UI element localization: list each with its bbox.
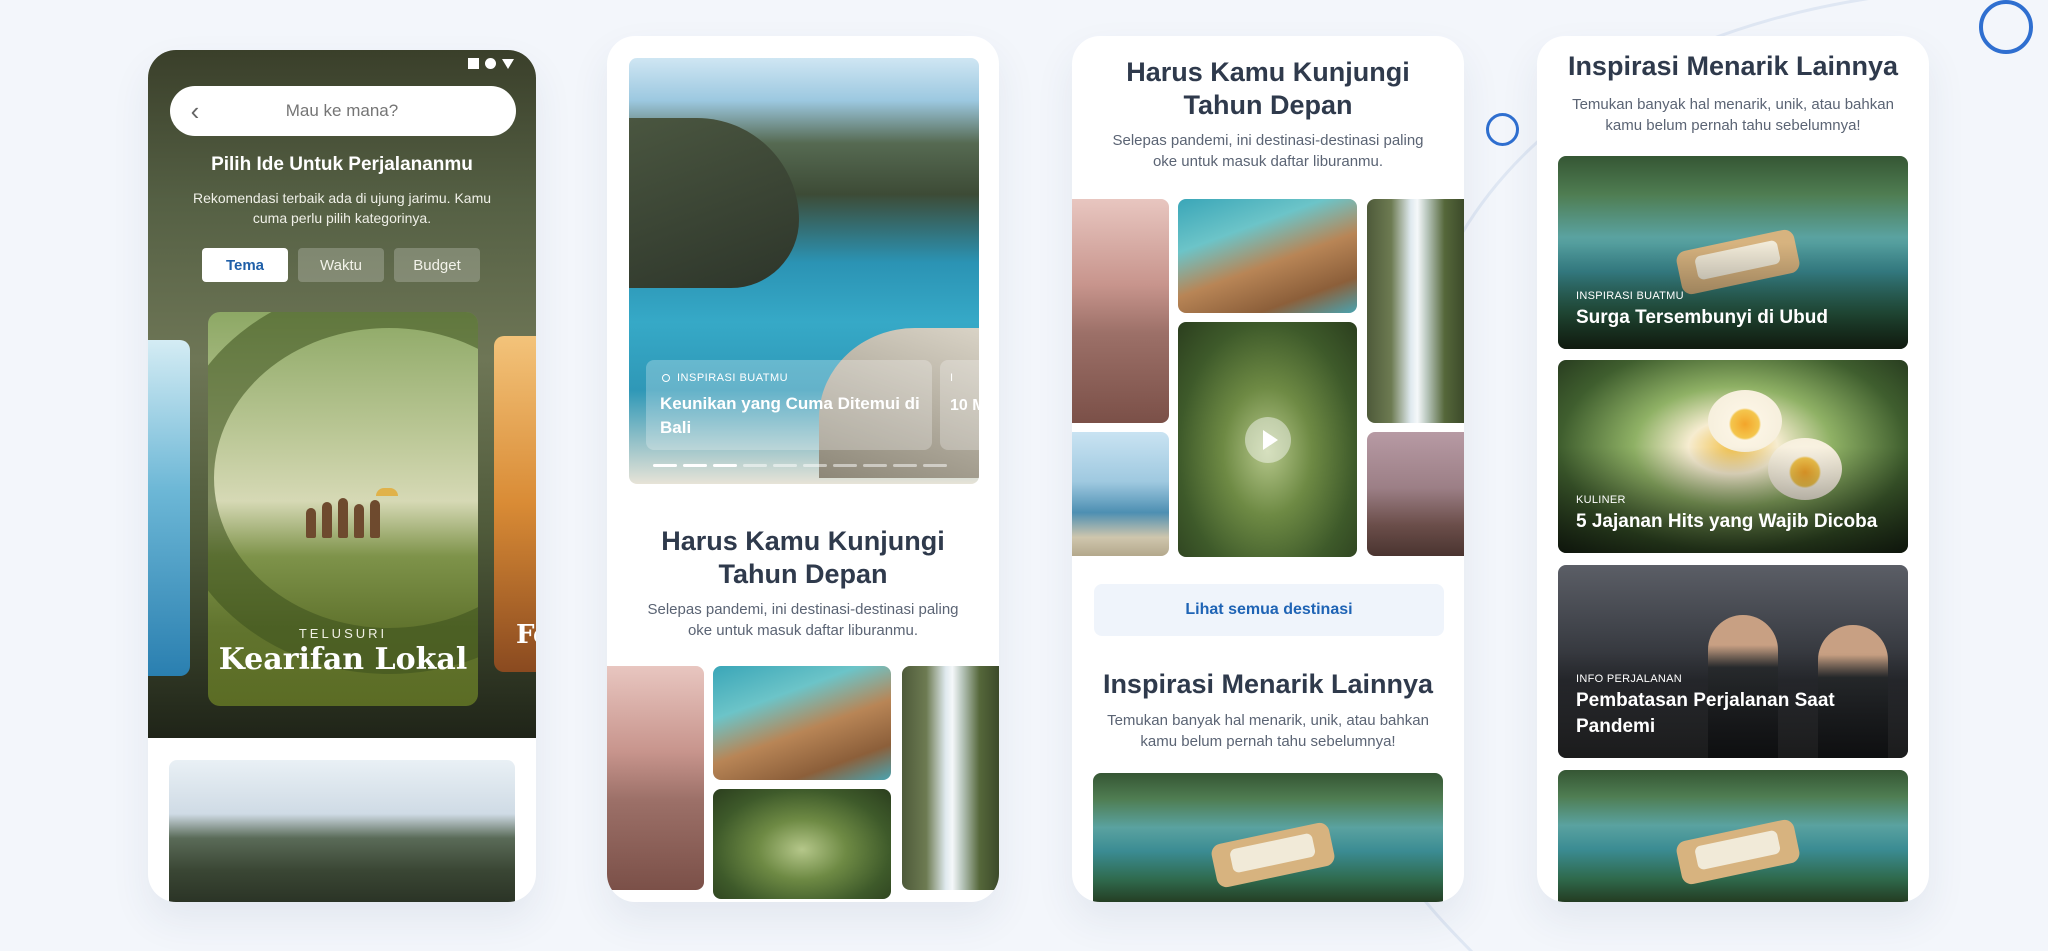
section-title: Harus Kamu Kunjungi Tahun Depan: [1126, 57, 1410, 120]
play-icon[interactable]: [1244, 416, 1291, 463]
phone-screen-trip-ideas: ‹ Pilih Ide Untuk Perjalananmu Rekomenda…: [148, 50, 536, 902]
carousel-dot[interactable]: [653, 464, 677, 467]
hero-kicker-row: INSPIRASI BUATMU: [660, 372, 788, 384]
search-input[interactable]: [220, 100, 464, 122]
status-triangle-icon: [502, 58, 514, 69]
carousel-dot[interactable]: [743, 464, 767, 467]
section-description: Temukan banyak hal menarik, unik, atau b…: [1572, 96, 1894, 134]
destination-image[interactable]: [713, 789, 891, 899]
destination-image[interactable]: [169, 760, 515, 902]
carousel-dot[interactable]: [683, 464, 707, 467]
carousel-dot[interactable]: [803, 464, 827, 467]
section-title: Harus Kamu Kunjungi Tahun Depan: [661, 526, 945, 589]
boat-image: [1209, 821, 1337, 889]
destination-image[interactable]: [713, 666, 891, 780]
phone-screen-inspiration: Inspirasi Menarik Lainnya Temukan banyak…: [1537, 36, 1929, 902]
chevron-left-icon[interactable]: ‹: [170, 86, 220, 136]
carousel-dot[interactable]: [713, 464, 737, 467]
carousel-card-kearifan-lokal[interactable]: TELUSURI Kearifan Lokal: [208, 312, 478, 706]
section-title: Inspirasi Menarik Lainnya: [1567, 51, 1899, 81]
carousel-dot[interactable]: [923, 464, 947, 467]
hero-next-title: 10 Mu: [950, 397, 979, 414]
destination-video[interactable]: [1178, 322, 1357, 557]
hero-background: ‹ Pilih Ide Untuk Perjalananmu Rekomenda…: [148, 50, 536, 738]
card-title: Kearifan Lokal: [218, 642, 468, 677]
hero-card[interactable]: INSPIRASI BUATMU Keunikan yang Cuma Dite…: [646, 360, 932, 450]
section-description: Selepas pandemi, ini destinasi-destinasi…: [647, 601, 959, 639]
cliff-image: [629, 118, 799, 288]
destination-image[interactable]: [1367, 432, 1464, 556]
search-bar[interactable]: ‹: [170, 86, 516, 136]
destination-image[interactable]: [902, 666, 999, 890]
status-circle-icon: [485, 58, 496, 69]
section-description: Selepas pandemi, ini destinasi-destinasi…: [1112, 132, 1424, 170]
tab-tema[interactable]: Tema: [202, 248, 288, 282]
umbrella-image: [376, 488, 398, 496]
next-card-title: Fo: [516, 620, 536, 650]
destination-image[interactable]: [1072, 432, 1169, 556]
sun-icon: [660, 372, 672, 384]
carousel-dot[interactable]: [833, 464, 857, 467]
hero-carousel[interactable]: INSPIRASI BUATMU Keunikan yang Cuma Dite…: [629, 58, 979, 484]
inspiration-image[interactable]: [1093, 773, 1443, 902]
hero-next-kicker: I: [950, 372, 954, 384]
carousel-card-previous[interactable]: [148, 340, 190, 676]
card-title: 5 Jajanan Hits yang Wajib Dicoba: [1576, 511, 1878, 532]
section-description: Temukan banyak hal menarik, unik, atau b…: [1107, 712, 1429, 750]
section-title: Inspirasi Menarik Lainnya: [1102, 669, 1434, 699]
people-image: [306, 498, 380, 538]
see-all-destinations-button[interactable]: Lihat semua destinasi: [1094, 584, 1444, 636]
phone-screen-destinations: Harus Kamu Kunjungi Tahun Depan Selepas …: [1072, 36, 1464, 902]
carousel-dots: [653, 464, 947, 467]
hero-card-next[interactable]: I 10 Mu: [940, 360, 979, 450]
card-kicker: TELUSURI: [298, 626, 388, 641]
hero-kicker: INSPIRASI BUATMU: [677, 372, 789, 384]
boat-image: [1674, 818, 1802, 886]
decorative-ring: [1486, 113, 1519, 146]
carousel-dot[interactable]: [893, 464, 917, 467]
tab-waktu[interactable]: Waktu: [298, 248, 384, 282]
decorative-ring: [1979, 0, 2033, 54]
card-title: Surga Tersembunyi di Ubud: [1576, 307, 1828, 328]
status-square-icon: [468, 58, 479, 69]
hero-title: Keunikan yang Cuma Ditemui di Bali: [660, 394, 920, 437]
card-kicker: INSPIRASI BUATMU: [1576, 290, 1684, 302]
page-title: Pilih Ide Untuk Perjalananmu: [211, 154, 473, 175]
destination-image[interactable]: [1072, 199, 1169, 423]
category-tabs: Tema Waktu Budget: [202, 248, 480, 282]
inspiration-card[interactable]: INSPIRASI BUATMU Surga Tersembunyi di Ub…: [1558, 156, 1908, 349]
card-kicker: INFO PERJALANAN: [1576, 673, 1682, 685]
tab-budget[interactable]: Budget: [394, 248, 480, 282]
destination-image[interactable]: [1367, 199, 1464, 423]
carousel-dot[interactable]: [863, 464, 887, 467]
destination-image[interactable]: [1178, 199, 1357, 313]
inspiration-image[interactable]: [1558, 770, 1908, 902]
carousel-dot[interactable]: [773, 464, 797, 467]
status-bar: [468, 58, 514, 69]
carousel-card-next[interactable]: Fo: [494, 336, 536, 672]
tree-arch-image: [208, 312, 478, 674]
card-kicker: KULINER: [1576, 494, 1626, 506]
inspiration-card[interactable]: KULINER 5 Jajanan Hits yang Wajib Dicoba: [1558, 360, 1908, 553]
destination-image[interactable]: [607, 666, 704, 890]
inspiration-card[interactable]: INFO PERJALANAN Pembatasan Perjalanan Sa…: [1558, 565, 1908, 758]
page-description: Rekomendasi terbaik ada di ujung jarimu.…: [192, 190, 492, 226]
card-title: Pembatasan Perjalanan Saat Pandemi: [1576, 690, 1835, 737]
phone-screen-home-feed: INSPIRASI BUATMU Keunikan yang Cuma Dite…: [607, 36, 999, 902]
